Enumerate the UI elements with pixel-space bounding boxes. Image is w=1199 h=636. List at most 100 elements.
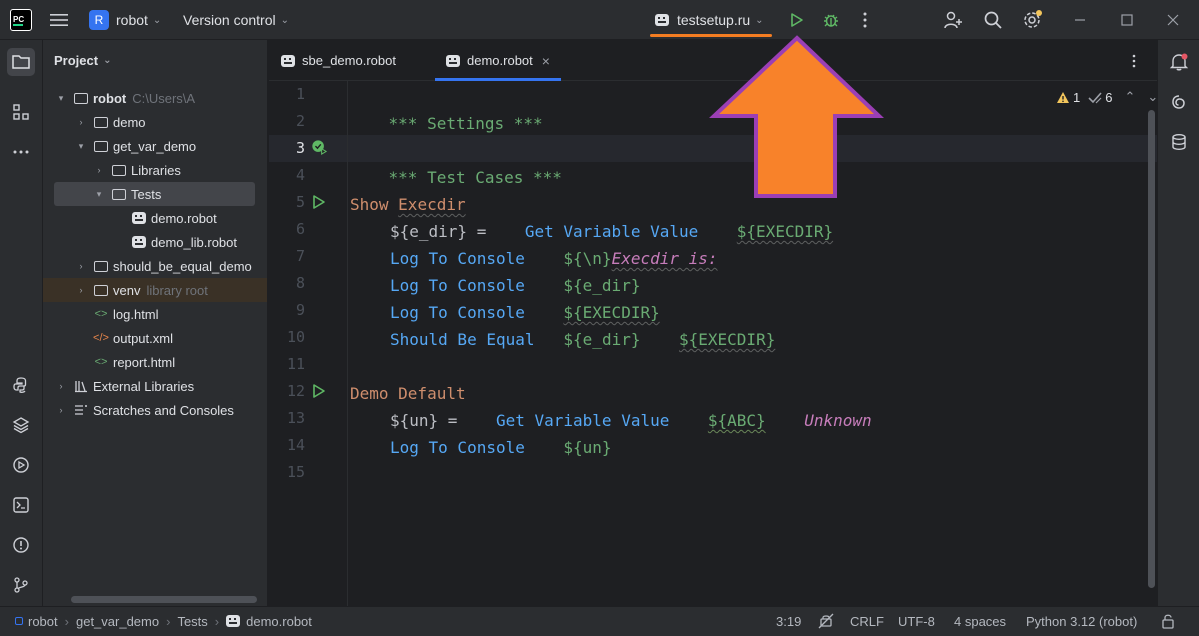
code-line-7[interactable]: Log To Console ${\n}Execdir is: xyxy=(390,245,718,272)
git-icon[interactable] xyxy=(7,571,35,599)
code-line-8[interactable]: Log To Console ${e_dir} xyxy=(390,272,640,299)
notifications-icon[interactable] xyxy=(1165,48,1193,76)
argument: ${EXECDIR} xyxy=(679,330,776,349)
tree-item-external-libraries[interactable]: › External Libraries xyxy=(43,374,267,398)
vertical-scrollbar[interactable] xyxy=(1148,110,1155,588)
breadcrumb: robot › get_var_demo › Tests › demo.robo… xyxy=(15,607,312,635)
problems-icon[interactable] xyxy=(7,531,35,559)
robot-file-icon xyxy=(131,211,147,225)
breadcrumb-item[interactable]: demo.robot xyxy=(246,614,312,629)
project-panel-header[interactable]: Project ⌄ xyxy=(54,53,111,68)
argument: ${EXECDIR} xyxy=(736,222,834,241)
caret-position[interactable]: 3:19 xyxy=(776,607,801,635)
chevron-down-icon[interactable]: ▾ xyxy=(55,93,67,104)
line-ending[interactable]: CRLF xyxy=(850,607,884,635)
keyword: Get Variable Value xyxy=(495,411,670,430)
tab-label: sbe_demo.robot xyxy=(302,53,396,68)
inspections-widget[interactable]: 1 6 ⌃ ⌄ xyxy=(1056,89,1158,105)
breadcrumb-item[interactable]: get_var_demo xyxy=(76,614,159,629)
folder-icon xyxy=(111,187,127,201)
hamburger-icon[interactable] xyxy=(50,0,70,40)
indent-setting[interactable]: 4 spaces xyxy=(954,607,1006,635)
tree-item-venv[interactable]: › venv library root xyxy=(43,278,267,302)
code-line-9[interactable]: Log To Console ${EXECDIR} xyxy=(390,299,660,326)
close-icon[interactable] xyxy=(1167,0,1179,40)
tree-item-demo[interactable]: › demo xyxy=(43,110,267,134)
chevron-down-icon[interactable]: ▾ xyxy=(75,141,87,152)
minimize-icon[interactable] xyxy=(1074,0,1086,40)
code-line-3[interactable]: *** Test Cases *** xyxy=(350,137,562,187)
lock-icon[interactable] xyxy=(1161,607,1175,635)
database-icon[interactable] xyxy=(1165,128,1193,156)
structure-icon[interactable] xyxy=(7,98,35,126)
close-tab-icon[interactable]: × xyxy=(542,53,550,69)
breadcrumb-item[interactable]: Tests xyxy=(177,614,207,629)
tree-item-output-xml[interactable]: </> output.xml xyxy=(43,326,267,350)
file-encoding[interactable]: UTF-8 xyxy=(898,607,935,635)
section-header: *** Test Cases *** xyxy=(388,168,562,187)
ai-assistant-icon[interactable] xyxy=(1165,88,1193,116)
search-icon[interactable] xyxy=(983,0,1003,40)
chevron-down-icon[interactable]: ▾ xyxy=(93,189,105,200)
line-number: 7 xyxy=(295,247,305,265)
tree-item-demo-lib-robot[interactable]: demo_lib.robot xyxy=(43,230,267,254)
tree-item-report-html[interactable]: <> report.html xyxy=(43,350,267,374)
python-console-icon[interactable] xyxy=(7,371,35,399)
chevron-right-icon[interactable]: › xyxy=(75,261,87,271)
add-user-icon[interactable] xyxy=(943,0,963,40)
more-icon[interactable] xyxy=(7,138,35,166)
test-case-name: Demo Default xyxy=(350,384,466,403)
project-selector[interactable]: robot ⌄ xyxy=(116,0,161,40)
chevron-right-icon[interactable]: › xyxy=(55,405,67,415)
tab-sbe-demo-robot[interactable]: sbe_demo.robot xyxy=(281,40,396,81)
run-test-icon[interactable] xyxy=(311,194,327,210)
tree-item-demo-robot[interactable]: demo.robot xyxy=(43,206,267,230)
vcs-menu[interactable]: Version control ⌄ xyxy=(183,0,289,40)
run-passed-icon[interactable] xyxy=(311,139,327,156)
line-number: 1 xyxy=(295,85,305,103)
keyword: Log To Console xyxy=(390,276,525,295)
chevron-right-icon[interactable]: › xyxy=(75,117,87,127)
tree-item-robot[interactable]: ▾ robot C:\Users\A xyxy=(43,86,267,110)
python-interpreter[interactable]: Python 3.12 (robot) xyxy=(1026,607,1137,635)
project-badge[interactable]: R xyxy=(89,10,109,30)
maximize-icon[interactable] xyxy=(1121,0,1133,40)
chevron-down-icon: ⌄ xyxy=(103,55,112,66)
tree-item-libraries[interactable]: › Libraries xyxy=(43,158,267,182)
tree-item-path: C:\Users\A xyxy=(132,90,196,106)
horizontal-scrollbar[interactable] xyxy=(71,596,257,603)
chevron-up-icon[interactable]: ⌃ xyxy=(1124,89,1135,105)
chevron-right-icon[interactable]: › xyxy=(75,285,87,295)
chevron-right-icon[interactable]: › xyxy=(55,381,67,391)
code-line-6[interactable]: ${e_dir} = Get Variable Value ${EXECDIR} xyxy=(390,218,833,245)
layers-icon[interactable] xyxy=(7,411,35,439)
services-icon[interactable] xyxy=(7,451,35,479)
run-test-icon[interactable] xyxy=(311,383,327,399)
project-folder-icon[interactable] xyxy=(7,48,35,76)
code-line-12[interactable]: Demo Default xyxy=(350,380,466,407)
tree-item-label: Libraries xyxy=(131,162,181,178)
robot-file-icon xyxy=(655,14,669,26)
code-line-1[interactable]: *** Settings *** xyxy=(350,83,543,133)
test-case-name-word: Execdir xyxy=(398,195,466,214)
chevron-right-icon[interactable]: › xyxy=(93,165,105,175)
tree-item-log-html[interactable]: <> log.html xyxy=(43,302,267,326)
tree-item-get-var-demo[interactable]: ▾ get_var_demo xyxy=(43,134,267,158)
code-line-13[interactable]: ${un} = Get Variable Value ${ABC} Unknow… xyxy=(390,407,872,434)
argument: ${e_dir} xyxy=(563,330,641,349)
tree-item-scratches[interactable]: › Scratches and Consoles xyxy=(43,398,267,422)
code-line-10[interactable]: Should Be Equal ${e_dir} ${EXECDIR} xyxy=(390,326,775,353)
code-line-5[interactable]: Show Execdir xyxy=(350,191,466,218)
settings-icon[interactable] xyxy=(1022,0,1044,40)
chevron-down-icon: ⌄ xyxy=(152,14,162,26)
line-number: 6 xyxy=(295,220,305,238)
tree-item-should-be-equal-demo[interactable]: › should_be_equal_demo xyxy=(43,254,267,278)
code-line-14[interactable]: Log To Console ${un} xyxy=(390,434,612,461)
tab-options-icon[interactable] xyxy=(1131,40,1137,81)
tree-item-tests[interactable]: ▾ Tests xyxy=(54,182,255,206)
tree-item-label: should_be_equal_demo xyxy=(113,258,252,274)
breadcrumb-item[interactable]: robot xyxy=(28,614,58,629)
terminal-icon[interactable] xyxy=(7,491,35,519)
tab-demo-robot[interactable]: demo.robot × xyxy=(435,40,561,81)
readonly-toggle-icon[interactable] xyxy=(818,607,834,635)
